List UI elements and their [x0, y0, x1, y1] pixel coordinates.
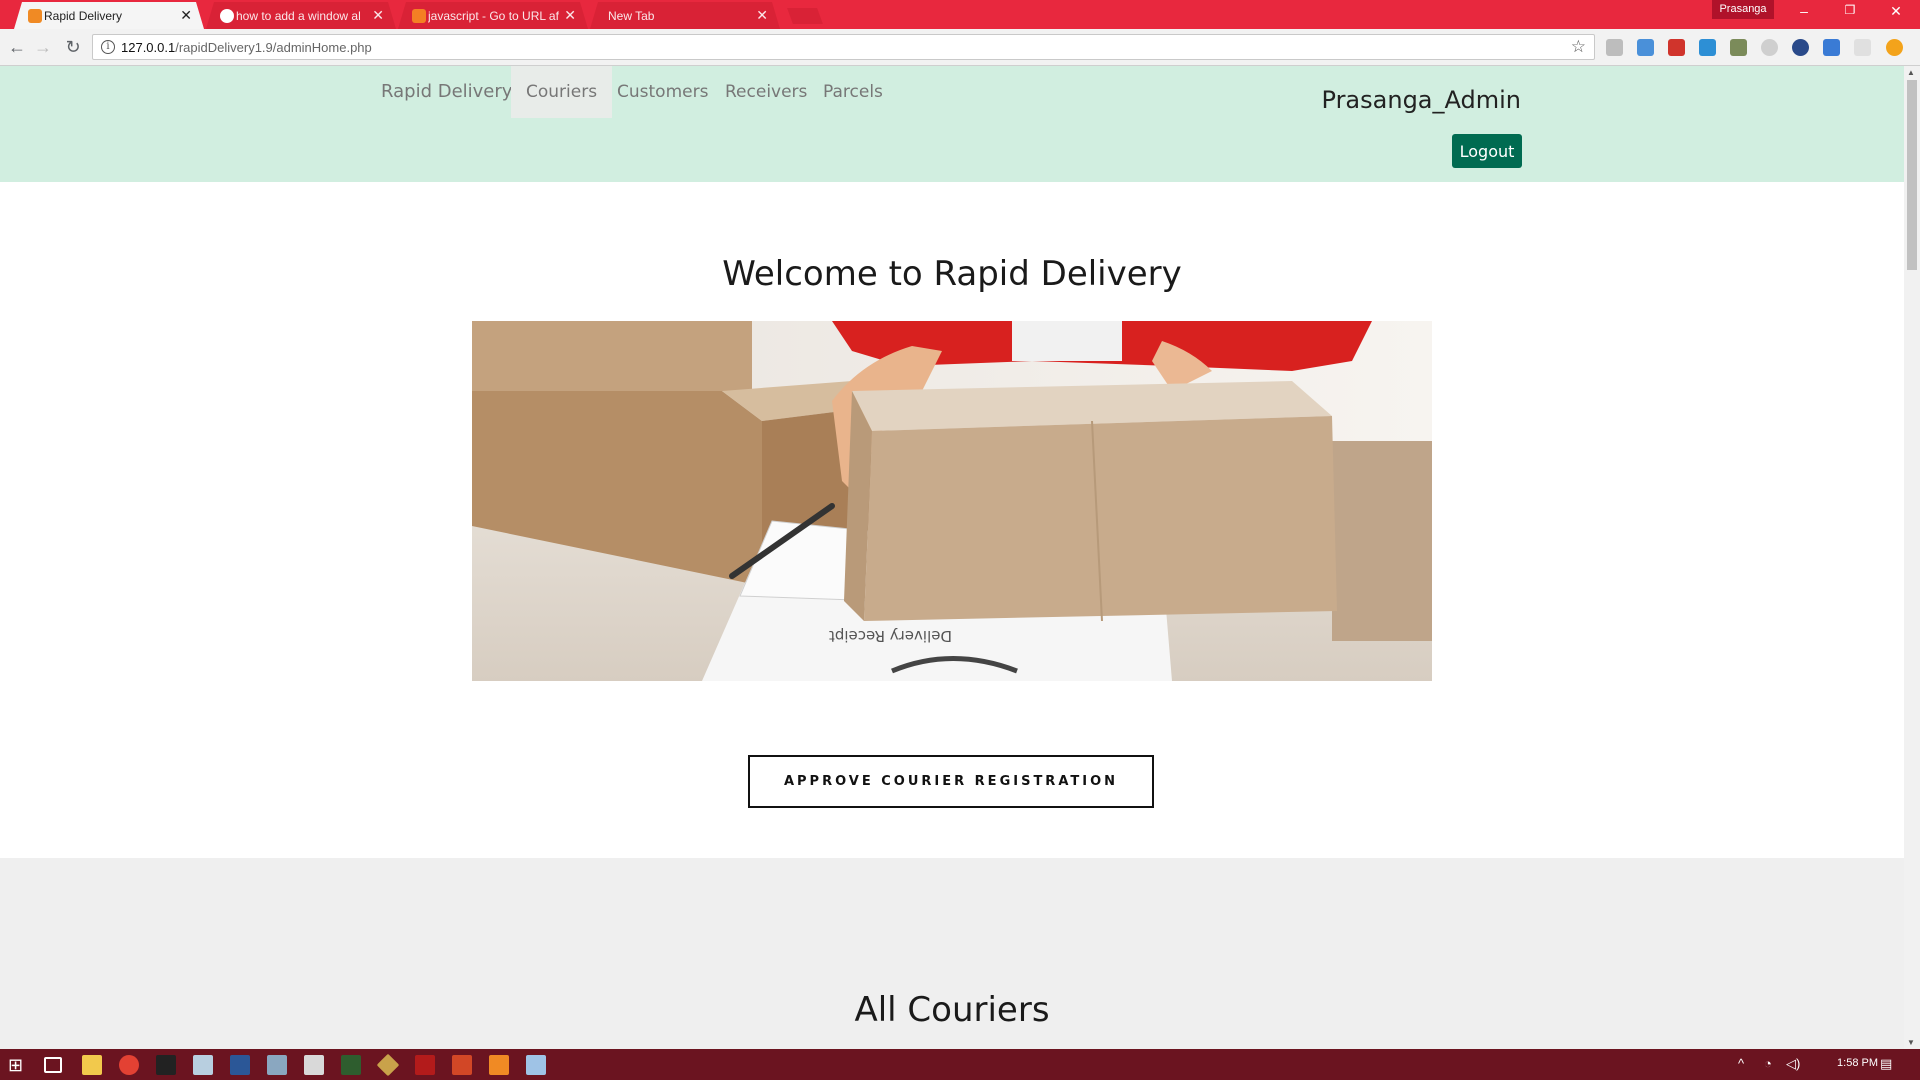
scroll-up-icon[interactable]: ▲ [1907, 68, 1915, 77]
back-arrow-icon[interactable]: ← [6, 37, 28, 57]
profile-button[interactable]: Prasanga [1712, 0, 1774, 19]
stackoverflow-favicon-icon [412, 9, 426, 23]
nav-link-customers[interactable]: Customers [602, 66, 723, 118]
network-icon[interactable]: ◔ [1764, 1056, 1772, 1071]
info-icon[interactable]: i [101, 40, 115, 54]
app-icon[interactable] [376, 1053, 400, 1077]
logged-in-username: Prasanga_Admin [1321, 86, 1521, 114]
approve-courier-registration-button[interactable]: APPROVE COURIER REGISTRATION [748, 755, 1154, 808]
tab-title: New Tab [608, 8, 655, 23]
app-icon[interactable] [304, 1055, 324, 1075]
tab-new-tab[interactable]: New Tab ✕ [590, 2, 780, 29]
close-tab-icon[interactable]: ✕ [372, 7, 384, 24]
tab-rapid-delivery[interactable]: Rapid Delivery ✕ [14, 2, 204, 29]
reload-icon[interactable]: ↻ [62, 37, 84, 57]
extension-icon[interactable] [1699, 39, 1716, 56]
notepad-icon[interactable] [193, 1055, 213, 1075]
hero-image: Delivery Receipt [472, 321, 1432, 681]
nav-link-couriers[interactable]: Couriers [511, 66, 613, 118]
file-explorer-icon[interactable] [82, 1055, 102, 1075]
nav-link-receivers[interactable]: Receivers [710, 66, 822, 118]
extension-icon[interactable] [1792, 39, 1809, 56]
scroll-down-icon[interactable]: ▼ [1907, 1038, 1915, 1047]
site-navbar: Rapid Delivery Couriers Customers Receiv… [0, 66, 1904, 182]
close-tab-icon[interactable]: ✕ [756, 7, 768, 24]
terminal-icon[interactable] [156, 1055, 176, 1075]
logout-button[interactable]: Logout [1452, 134, 1522, 168]
app-icon[interactable] [267, 1055, 287, 1075]
browser-toolbar: ← → ↻ i 127.0.0.1/rapidDelivery1.9/admin… [0, 29, 1920, 66]
extension-icon[interactable] [1886, 39, 1903, 56]
close-tab-icon[interactable]: ✕ [180, 7, 192, 24]
extension-icon[interactable] [1761, 39, 1778, 56]
delivery-receipt-text: Delivery Receipt [829, 627, 952, 645]
app-icon[interactable] [526, 1055, 546, 1075]
adblock-extension-icon[interactable] [1606, 39, 1623, 56]
taskbar-clock[interactable]: 1:58 PM [1837, 1057, 1878, 1069]
tab-title: how to add a window al [236, 8, 361, 23]
scrollbar-thumb[interactable] [1907, 80, 1917, 270]
windows-start-icon[interactable]: ⊞ [8, 1055, 28, 1075]
task-view-icon[interactable] [44, 1057, 62, 1073]
welcome-heading: Welcome to Rapid Delivery [722, 254, 1182, 294]
word-icon[interactable] [230, 1055, 250, 1075]
extension-icon[interactable] [1823, 39, 1840, 56]
acrobat-icon[interactable] [415, 1055, 435, 1075]
restore-icon[interactable]: ❐ [1838, 3, 1862, 17]
nav-link-parcels[interactable]: Parcels [808, 66, 898, 118]
minimize-icon[interactable]: – [1792, 3, 1816, 19]
boxes-photo-illustration: Delivery Receipt [472, 321, 1432, 681]
extension-icon[interactable] [1668, 39, 1685, 56]
extension-icon[interactable] [1854, 39, 1871, 56]
dreamweaver-icon[interactable] [341, 1055, 361, 1075]
xampp-icon[interactable] [489, 1055, 509, 1075]
browser-tab-bar: Rapid Delivery ✕ how to add a window al … [0, 0, 1920, 29]
brand-link[interactable]: Rapid Delivery [366, 66, 527, 118]
chrome-taskbar-icon[interactable] [119, 1055, 139, 1075]
extension-icon[interactable] [1730, 39, 1747, 56]
windows-taskbar: ⊞ ^ ◔ ◁) 1:58 PM ▤ [0, 1049, 1920, 1080]
xampp-favicon-icon [28, 9, 42, 23]
bookmark-star-icon[interactable]: ☆ [1571, 37, 1586, 57]
tab-google-search[interactable]: how to add a window al ✕ [206, 2, 396, 29]
new-tab-button[interactable] [787, 8, 823, 24]
all-couriers-heading: All Couriers [854, 990, 1050, 1030]
volume-icon[interactable]: ◁) [1786, 1056, 1800, 1072]
extension-icon[interactable] [1637, 39, 1654, 56]
address-bar[interactable]: i 127.0.0.1/rapidDelivery1.9/adminHome.p… [92, 34, 1595, 60]
url-text: 127.0.0.1/rapidDelivery1.9/adminHome.php [121, 40, 372, 55]
close-tab-icon[interactable]: ✕ [564, 7, 576, 24]
tab-title: Rapid Delivery [44, 8, 123, 23]
google-favicon-icon [220, 9, 234, 23]
tab-stackoverflow[interactable]: javascript - Go to URL af ✕ [398, 2, 588, 29]
page-viewport: Rapid Delivery Couriers Customers Receiv… [0, 66, 1904, 1049]
notifications-icon[interactable]: ▤ [1880, 1056, 1892, 1072]
all-couriers-section: All Couriers [0, 858, 1904, 1049]
forward-arrow-icon[interactable]: → [32, 37, 54, 57]
window-close-icon[interactable]: ✕ [1884, 3, 1908, 20]
tray-chevron-icon[interactable]: ^ [1738, 1056, 1744, 1071]
tab-title: javascript - Go to URL af [428, 8, 559, 23]
powerpoint-icon[interactable] [452, 1055, 472, 1075]
page-scrollbar[interactable]: ▲ ▼ [1904, 66, 1920, 1049]
